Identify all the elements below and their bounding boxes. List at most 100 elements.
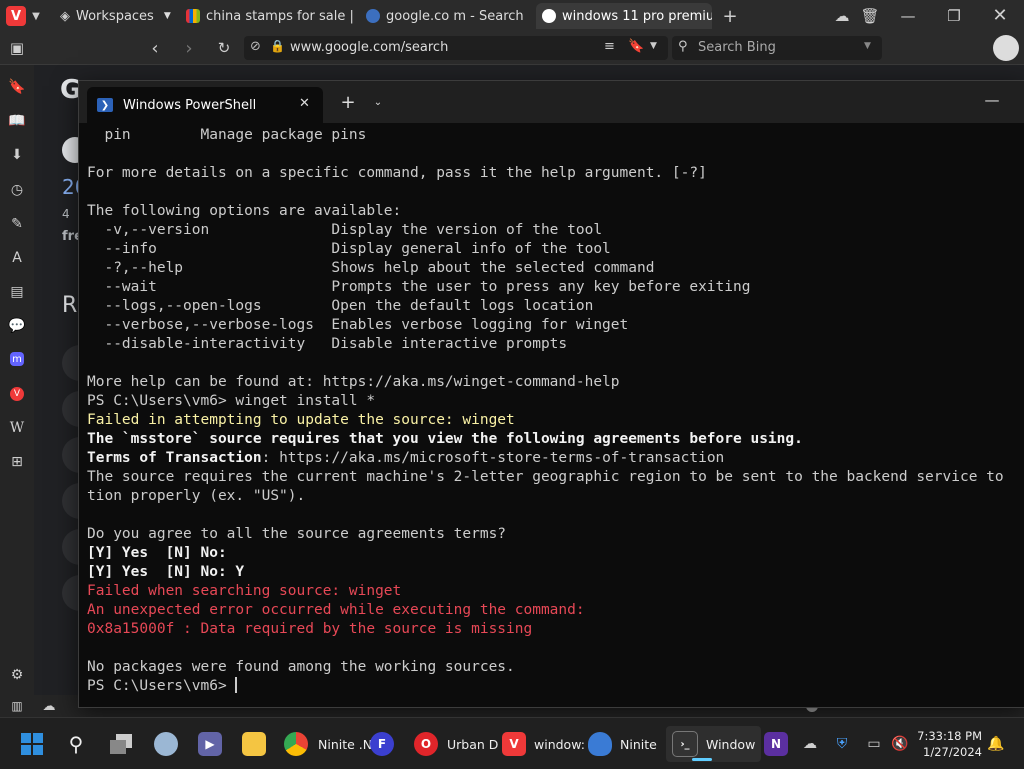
terms-url[interactable]: : https://aka.ms/microsoft-store-terms-o… bbox=[262, 450, 725, 466]
reader-icon[interactable]: ≡ bbox=[604, 39, 615, 54]
trash-icon[interactable]: 🗑 bbox=[860, 6, 880, 26]
minimize-button[interactable]: — bbox=[896, 6, 920, 26]
tab-label: google.co m - Search bbox=[386, 8, 524, 24]
notification-bell-icon[interactable]: 🔔 bbox=[986, 734, 1006, 754]
workspaces-icon: ◈ bbox=[60, 8, 70, 24]
terminal-line: Failed in attempting to update the sourc… bbox=[87, 412, 515, 428]
chat-icon[interactable]: 💬 bbox=[7, 316, 27, 336]
task-view-icon[interactable] bbox=[110, 734, 134, 754]
wikipedia-icon[interactable]: W bbox=[7, 418, 27, 438]
cloud-off-icon[interactable]: ☁ bbox=[800, 734, 820, 754]
address-bar[interactable]: ⊘ 🔒 www.google.com/search ≡ 🔖 ▼ bbox=[244, 36, 668, 60]
chevron-down-icon[interactable]: ▼ bbox=[650, 41, 657, 51]
browser-tab-windows-11[interactable]: windows 11 pro premium fr bbox=[536, 3, 712, 29]
powershell-tab[interactable]: ❯ Windows PowerShell ✕ bbox=[87, 87, 323, 123]
chevron-down-icon: ▼ bbox=[163, 11, 171, 21]
bookmark-icon[interactable]: 🔖 bbox=[628, 39, 644, 54]
taskbar-app-urban-d[interactable]: O Urban D bbox=[414, 730, 498, 758]
terminal-line: -?,--help Shows help about the selected … bbox=[87, 260, 655, 276]
cloud-sync-icon[interactable]: ☁ bbox=[40, 697, 58, 715]
chevron-down-icon[interactable]: ▼ bbox=[864, 41, 871, 51]
clock-date: 1/27/2024 bbox=[923, 745, 982, 759]
panel-toggle-icon[interactable]: ▣ bbox=[6, 38, 28, 58]
terminal-line: [Y] Yes [N] No: bbox=[87, 545, 227, 561]
system-clock[interactable]: 7:33:18 PM 1/27/2024 bbox=[916, 728, 982, 760]
volume-muted-icon[interactable]: 🔇 bbox=[890, 734, 910, 754]
file-explorer-icon[interactable] bbox=[242, 732, 266, 756]
downloads-icon[interactable]: ⬇ bbox=[7, 145, 27, 165]
chrome-icon bbox=[284, 732, 308, 756]
profile-avatar[interactable] bbox=[993, 35, 1019, 61]
window-panel-icon[interactable]: ▤ bbox=[7, 282, 27, 302]
site-info-icon[interactable]: ⊘ bbox=[250, 39, 261, 54]
panel-toggle-icon[interactable]: ▥ bbox=[8, 697, 26, 715]
chevron-down-icon[interactable]: ▼ bbox=[28, 6, 44, 26]
vivaldi-icon[interactable]: V bbox=[7, 384, 27, 404]
url-text[interactable]: www.google.com/search bbox=[290, 40, 448, 55]
network-icon[interactable]: ▭ bbox=[864, 734, 884, 754]
notes-icon[interactable]: ✎ bbox=[7, 214, 27, 234]
back-icon[interactable]: ‹ bbox=[146, 38, 164, 59]
taskbar-app-terminal[interactable]: ›_ Window bbox=[666, 726, 762, 762]
terminal-line: --verbose,--verbose-logs Enables verbose… bbox=[87, 317, 629, 333]
translate-icon[interactable]: A bbox=[7, 248, 27, 268]
taskbar-app-ninite[interactable]: Ninite bbox=[588, 730, 657, 758]
powershell-icon: ❯ bbox=[97, 98, 113, 112]
forward-icon[interactable]: › bbox=[180, 38, 198, 59]
close-tab-icon[interactable]: ✕ bbox=[299, 96, 310, 111]
vivaldi-menu-button[interactable]: V bbox=[6, 6, 26, 26]
minimize-button[interactable]: — bbox=[979, 91, 1005, 109]
mastodon-icon[interactable]: m bbox=[7, 349, 27, 369]
search-box[interactable]: ⚲ Search Bing ▼ bbox=[672, 36, 882, 60]
reload-icon[interactable]: ↻ bbox=[214, 38, 234, 58]
close-button[interactable]: ✕ bbox=[988, 4, 1012, 26]
text-cursor bbox=[235, 677, 238, 693]
terms-label: Terms of Transaction bbox=[87, 450, 262, 466]
reading-list-icon[interactable]: 📖 bbox=[7, 111, 27, 131]
cloud-icon[interactable]: ☁ bbox=[832, 6, 852, 26]
terminal-line: The following options are available: bbox=[87, 203, 402, 219]
tab-dropdown-icon[interactable]: ⌄ bbox=[369, 93, 387, 111]
weather-icon[interactable] bbox=[154, 732, 178, 756]
powershell-window[interactable]: ❯ Windows PowerShell ✕ + ⌄ — pin Manage … bbox=[78, 80, 1024, 708]
workspaces-button[interactable]: ◈ Workspaces ▼ bbox=[56, 3, 174, 29]
workspaces-label: Workspaces bbox=[76, 8, 154, 24]
search-icon[interactable]: ⚲ bbox=[64, 732, 88, 756]
security-icon[interactable]: ⛨ bbox=[832, 734, 852, 754]
taskbar-app-ninite-chrome[interactable]: Ninite .N bbox=[284, 730, 372, 758]
bookmarks-icon[interactable]: 🔖 bbox=[7, 77, 27, 97]
taskbar-app-vivaldi[interactable]: V window: bbox=[502, 730, 585, 758]
terminal-line: The source requires the current machine'… bbox=[87, 469, 1004, 485]
new-tab-button[interactable]: + bbox=[720, 6, 740, 27]
history-icon[interactable]: ◷ bbox=[7, 180, 27, 200]
app-icon-purple[interactable]: N bbox=[764, 732, 788, 756]
terminal-line: --info Display general info of the tool bbox=[87, 241, 611, 257]
ninite-icon bbox=[588, 732, 612, 756]
settings-icon[interactable]: ⚙ bbox=[7, 665, 27, 685]
lock-icon: 🔒 bbox=[270, 39, 285, 53]
prompt-text: PS C:\Users\vm6> bbox=[87, 678, 236, 694]
app-icon-blue[interactable]: F bbox=[370, 732, 394, 756]
terminal-output[interactable]: pin Manage package pins For more details … bbox=[87, 126, 1024, 706]
new-tab-button[interactable]: + bbox=[339, 92, 357, 113]
terminal-line: --disable-interactivity Disable interact… bbox=[87, 336, 568, 352]
terminal-line: Terms of Transaction: https://aka.ms/mic… bbox=[87, 449, 1024, 468]
terminal-line: --logs,--open-logs Open the default logs… bbox=[87, 298, 594, 314]
browser-side-panel: 🔖 📖 ⬇ ◷ ✎ A ▤ 💬 m V W ⊞ ⚙ bbox=[0, 65, 34, 695]
start-button[interactable] bbox=[20, 732, 44, 756]
teams-icon[interactable]: ▶ bbox=[198, 732, 222, 756]
browser-tab-ebay[interactable]: china stamps for sale | eBay bbox=[180, 3, 356, 29]
terminal-line: PS C:\Users\vm6> bbox=[87, 677, 1024, 696]
terminal-line: Do you agree to all the source agreement… bbox=[87, 526, 507, 542]
browser-tab-google-search[interactable]: google.co m - Search bbox=[360, 3, 532, 29]
windows-taskbar: ⚲ ▶ Ninite .N F O Urban D V window: Nini… bbox=[0, 717, 1024, 769]
maximize-button[interactable]: ❐ bbox=[942, 6, 966, 26]
search-icon: ⚲ bbox=[678, 39, 688, 54]
active-app-indicator bbox=[692, 758, 712, 761]
powershell-title-bar[interactable]: ❯ Windows PowerShell ✕ + ⌄ — bbox=[79, 81, 1024, 123]
add-panel-icon[interactable]: ⊞ bbox=[7, 452, 27, 472]
taskbar-app-label: Urban D bbox=[447, 736, 499, 752]
